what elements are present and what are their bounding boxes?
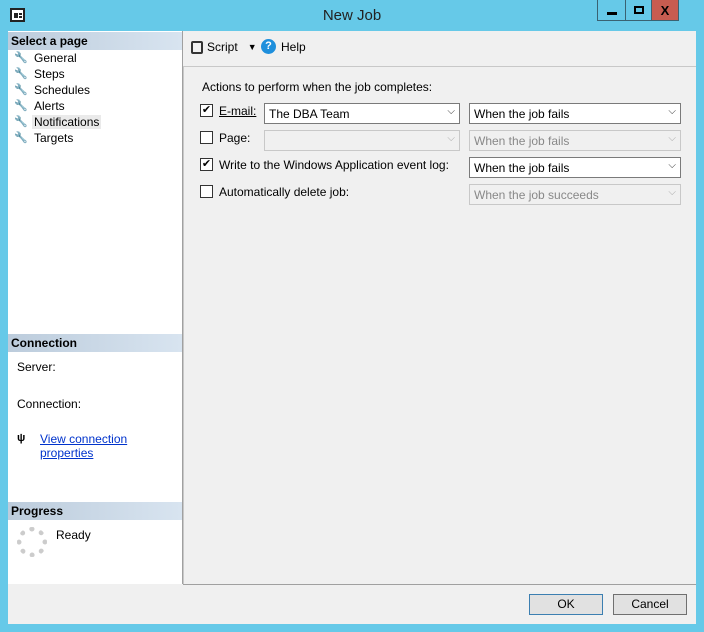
- delete-job-checkbox[interactable]: [200, 185, 213, 198]
- wrench-icon: 🔧: [14, 100, 28, 112]
- dropdown-arrow-icon[interactable]: ▼: [248, 42, 257, 52]
- email-label: E-mail:: [219, 104, 257, 118]
- close-button[interactable]: X: [651, 0, 679, 21]
- help-button[interactable]: ? Help: [261, 39, 306, 54]
- email-operator-value: The DBA Team: [269, 107, 350, 121]
- sidebar-item-label: Schedules: [34, 83, 91, 97]
- chevron-down-icon: ⌵: [447, 106, 455, 117]
- wrench-icon: 🔧: [14, 84, 28, 96]
- help-label: Help: [281, 39, 306, 54]
- sidebar: Select a page 🔧 General 🔧 Steps 🔧 Schedules…: [8, 31, 183, 584]
- sidebar-item-alerts[interactable]: 🔧 Alerts: [14, 98, 67, 114]
- page-label: Page:: [219, 131, 251, 145]
- sidebar-item-steps[interactable]: 🔧 Steps: [14, 66, 67, 82]
- chevron-down-icon: ⌵: [668, 106, 676, 117]
- page-operator-select[interactable]: ⌵: [264, 130, 460, 151]
- cancel-button[interactable]: Cancel: [613, 594, 687, 615]
- progress-header: Progress: [8, 502, 182, 520]
- plug-icon: ψ: [17, 432, 26, 444]
- progress-status: Ready: [56, 528, 91, 542]
- delete-job-label: Automatically delete job:: [219, 185, 350, 199]
- view-connection-properties-link[interactable]: View connection properties: [40, 432, 182, 460]
- help-icon: ?: [261, 39, 276, 54]
- chevron-down-icon: ⌵: [668, 160, 676, 171]
- actions-heading: Actions to perform when the job complete…: [202, 80, 433, 94]
- ok-button[interactable]: OK: [529, 594, 603, 615]
- sidebar-item-general[interactable]: 🔧 General: [14, 50, 79, 66]
- sidebar-item-label: Steps: [34, 67, 65, 81]
- wrench-icon: 🔧: [14, 68, 28, 80]
- server-label: Server:: [17, 360, 56, 374]
- eventlog-label: Write to the Windows Application event l…: [219, 158, 449, 172]
- email-condition-select[interactable]: When the job fails ⌵: [469, 103, 681, 124]
- sidebar-item-label: Alerts: [34, 99, 65, 113]
- connection-label: Connection:: [17, 397, 82, 411]
- chevron-down-icon: ⌵: [447, 133, 455, 144]
- chevron-down-icon: ⌵: [668, 187, 676, 198]
- sidebar-item-label: General: [34, 51, 77, 65]
- script-button[interactable]: Script ▼: [191, 40, 257, 54]
- eventlog-condition-select[interactable]: When the job fails ⌵: [469, 157, 681, 178]
- chevron-down-icon: ⌵: [668, 133, 676, 144]
- delete-job-condition-select[interactable]: When the job succeeds ⌵: [469, 184, 681, 205]
- page-checkbox[interactable]: [200, 131, 213, 144]
- email-operator-select[interactable]: The DBA Team ⌵: [264, 103, 460, 124]
- divider: [183, 584, 696, 585]
- sidebar-item-label: Notifications: [32, 115, 102, 129]
- notifications-panel: Actions to perform when the job complete…: [183, 67, 696, 584]
- minimize-icon: [606, 11, 617, 15]
- delete-job-condition-value: When the job succeeds: [474, 188, 599, 202]
- wrench-icon: 🔧: [14, 132, 28, 144]
- page-condition-select[interactable]: When the job fails ⌵: [469, 130, 681, 151]
- sidebar-item-notifications[interactable]: 🔧 Notifications: [14, 114, 102, 130]
- eventlog-condition-value: When the job fails: [474, 161, 570, 175]
- maximize-icon: [633, 6, 644, 14]
- sidebar-item-label: Targets: [34, 131, 74, 145]
- toolbar: Script ▼ ? Help: [183, 31, 696, 67]
- script-icon: [191, 40, 203, 54]
- email-condition-value: When the job fails: [474, 107, 570, 121]
- script-label: Script: [207, 40, 238, 54]
- minimize-button[interactable]: [597, 0, 626, 21]
- close-icon: X: [660, 2, 670, 18]
- wrench-icon: 🔧: [14, 116, 28, 128]
- progress-spinner-icon: [17, 527, 47, 557]
- page-condition-value: When the job fails: [474, 134, 570, 148]
- sidebar-item-targets[interactable]: 🔧 Targets: [14, 130, 75, 146]
- connection-header: Connection: [8, 334, 182, 352]
- wrench-icon: 🔧: [14, 52, 28, 64]
- eventlog-checkbox[interactable]: ✔: [200, 158, 213, 171]
- email-checkbox[interactable]: ✔: [200, 104, 213, 117]
- maximize-button[interactable]: [625, 0, 652, 21]
- sidebar-item-schedules[interactable]: 🔧 Schedules: [14, 82, 92, 98]
- select-page-header: Select a page: [8, 32, 182, 50]
